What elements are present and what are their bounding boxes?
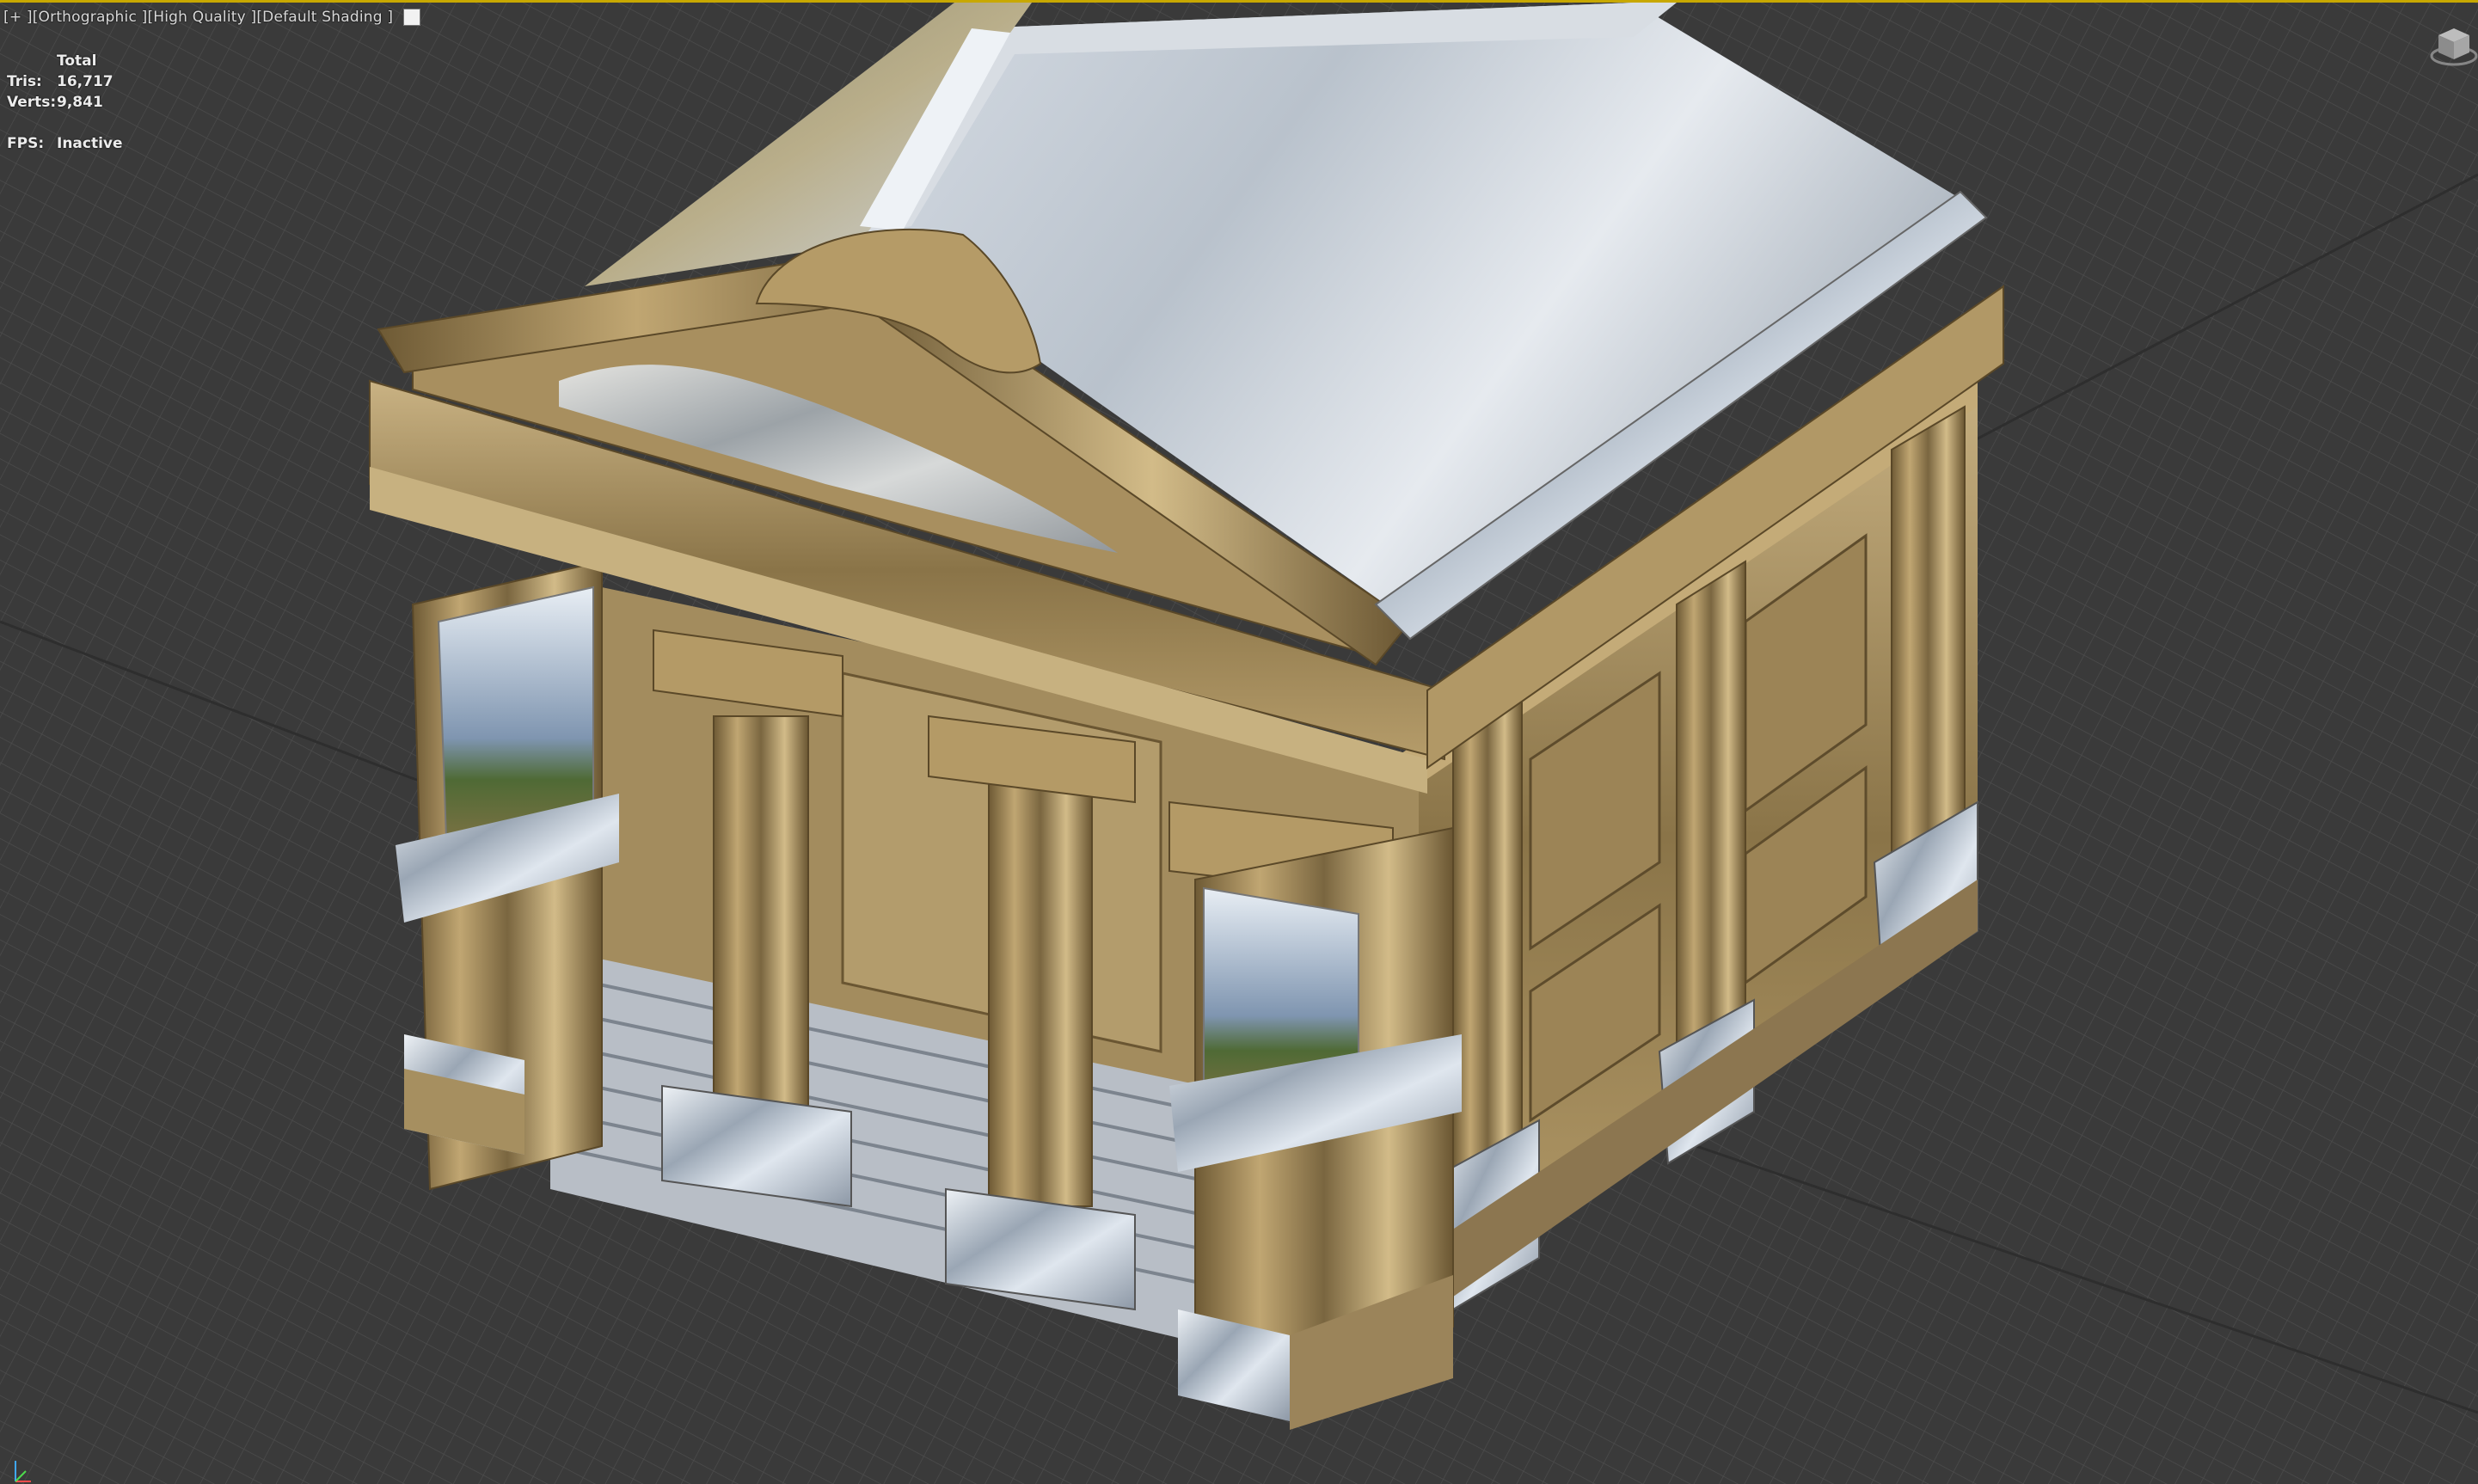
viewport-quality-menu[interactable]: [High Quality ]	[147, 9, 256, 26]
viewport-statistics: Total Tris: 16,717 Verts: 9,841 FPS: Ina…	[7, 51, 123, 154]
stats-fps-label: FPS:	[7, 135, 45, 152]
shading-swatch-icon[interactable]	[403, 9, 421, 26]
viewport-point-of-view-menu[interactable]: [Orthographic ]	[33, 9, 148, 26]
stats-tris-label: Tris:	[7, 73, 42, 90]
viewport-label-menu[interactable]: [+ ] [Orthographic ] [High Quality ] [De…	[3, 6, 421, 28]
viewcube-icon[interactable]	[2425, 21, 2478, 70]
stats-header: Total	[57, 52, 97, 70]
viewport-shading-menu[interactable]: [Default Shading ]	[256, 9, 393, 26]
stats-verts-label: Verts:	[7, 94, 57, 111]
stats-header-spacer	[7, 51, 57, 71]
stats-fps-value: Inactive	[57, 135, 123, 152]
viewport[interactable]: [+ ] [Orthographic ] [High Quality ] [De…	[0, 0, 2478, 1484]
stats-tris-value: 16,717	[57, 73, 113, 90]
stats-tris-row: Tris: 16,717	[7, 71, 123, 92]
stats-fps-row: FPS: Inactive	[7, 133, 123, 154]
stats-spacer	[7, 113, 123, 133]
stats-verts-row: Verts: 9,841	[7, 92, 123, 113]
viewport-general-menu[interactable]: [+ ]	[3, 9, 33, 26]
stats-header-row: Total	[7, 51, 123, 71]
viewport-scene[interactable]	[0, 3, 2478, 1484]
stats-verts-value: 9,841	[57, 94, 103, 111]
